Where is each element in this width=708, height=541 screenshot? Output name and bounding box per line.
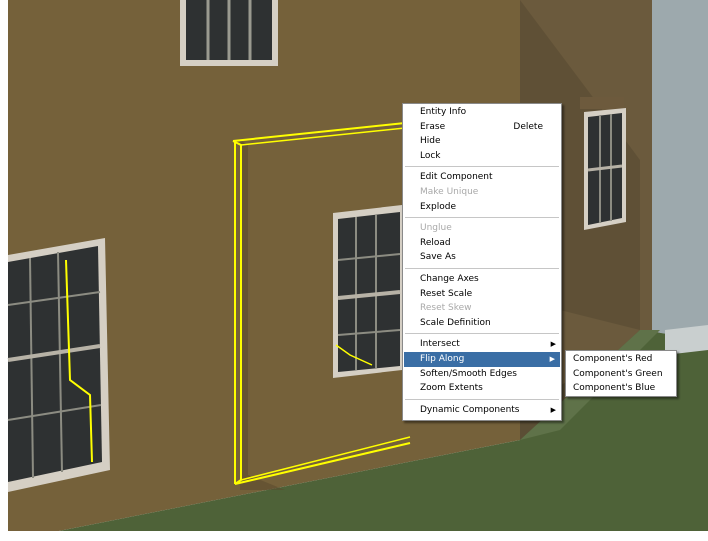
menu-item-soften-smooth-edges[interactable]: Soften/Smooth Edges xyxy=(403,367,561,382)
menu-item-label: Reload xyxy=(420,237,451,248)
menu-item-label: Entity Info xyxy=(420,107,467,117)
menu-item-label: Flip Along xyxy=(420,353,465,364)
submenu-item-components-red[interactable]: Component's Red xyxy=(566,352,676,367)
menu-item-label: Edit Component xyxy=(420,172,493,183)
shortcut-label: Delete xyxy=(513,121,543,132)
menu-item-erase[interactable]: Erase Delete xyxy=(403,120,561,135)
menu-item-unglue: Unglue xyxy=(403,221,561,236)
menu-separator xyxy=(405,267,559,269)
submenu-item-components-blue[interactable]: Component's Blue xyxy=(566,381,676,396)
menu-item-label: Make Unique xyxy=(420,186,479,197)
window-top xyxy=(180,0,278,66)
window-left xyxy=(7,238,110,492)
menu-item-flip-along[interactable]: Flip Along ▶ xyxy=(404,351,560,367)
menu-item-label: Explode xyxy=(420,201,456,212)
submenu-item-label: Component's Green xyxy=(573,368,663,379)
menu-separator xyxy=(405,166,559,168)
context-menu: Entity Info Erase Delete Hide Lock Edit C… xyxy=(402,103,562,421)
menu-item-intersect[interactable]: Intersect ▶ xyxy=(403,337,561,352)
menu-separator xyxy=(405,217,559,219)
menu-separator xyxy=(405,398,559,400)
menu-item-edit-component[interactable]: Edit Component xyxy=(403,170,561,185)
menu-item-zoom-extents[interactable]: Zoom Extents xyxy=(403,381,561,396)
submenu-arrow-icon: ▶ xyxy=(550,340,556,349)
menu-item-reset-skew: Reset Skew xyxy=(403,301,561,316)
menu-item-entity-info[interactable]: Entity Info xyxy=(403,105,561,120)
submenu-item-label: Component's Blue xyxy=(573,383,656,394)
menu-item-label: Dynamic Components xyxy=(420,404,520,415)
menu-item-label: Erase xyxy=(420,121,446,132)
menu-item-hide[interactable]: Hide xyxy=(403,134,561,149)
window-right xyxy=(580,97,626,230)
menu-item-reload[interactable]: Reload xyxy=(403,236,561,251)
menu-item-label: Change Axes xyxy=(420,273,479,284)
menu-item-label: Zoom Extents xyxy=(420,383,483,394)
menu-item-label: Scale Definition xyxy=(420,317,491,328)
right-building xyxy=(648,0,708,345)
menu-item-change-axes[interactable]: Change Axes xyxy=(403,272,561,287)
window-middle xyxy=(333,205,402,378)
menu-item-reset-scale[interactable]: Reset Scale xyxy=(403,287,561,302)
submenu-item-components-green[interactable]: Component's Green xyxy=(566,367,676,382)
menu-item-label: Reset Scale xyxy=(420,288,473,299)
menu-item-label: Lock xyxy=(420,150,441,161)
menu-item-save-as[interactable]: Save As xyxy=(403,250,561,265)
3d-model-scene[interactable] xyxy=(0,0,708,541)
menu-item-dynamic-components[interactable]: Dynamic Components ▶ xyxy=(403,403,561,418)
submenu-item-label: Component's Red xyxy=(573,354,653,364)
menu-separator xyxy=(405,333,559,335)
menu-item-label: Soften/Smooth Edges xyxy=(420,368,517,379)
submenu-arrow-icon: ▶ xyxy=(550,405,556,414)
menu-item-label: Unglue xyxy=(420,223,452,234)
submenu-arrow-icon: ▶ xyxy=(549,354,555,363)
menu-item-scale-definition[interactable]: Scale Definition xyxy=(403,316,561,331)
menu-item-label: Reset Skew xyxy=(420,303,472,314)
menu-item-label: Save As xyxy=(420,252,456,263)
flip-along-submenu: Component's Red Component's Green Compon… xyxy=(565,350,677,397)
menu-item-make-unique: Make Unique xyxy=(403,185,561,200)
menu-item-explode[interactable]: Explode xyxy=(403,200,561,215)
menu-item-label: Intersect xyxy=(420,339,460,350)
sketchup-viewport[interactable]: Entity Info Erase Delete Hide Lock Edit C… xyxy=(0,0,708,541)
menu-item-label: Hide xyxy=(420,136,441,147)
menu-item-lock[interactable]: Lock xyxy=(403,149,561,164)
